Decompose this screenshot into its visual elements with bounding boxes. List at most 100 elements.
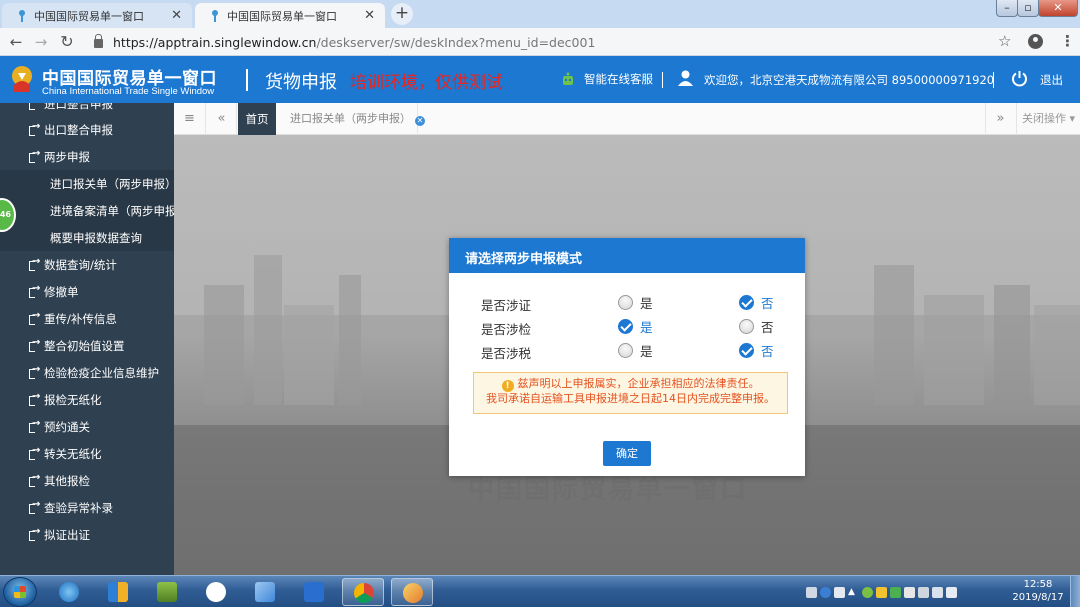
browser-menu-icon[interactable]: ⋮	[1060, 32, 1075, 50]
user-icon	[678, 70, 693, 86]
browser-tab-2[interactable]: 中国国际贸易单一窗口 ✕	[195, 3, 385, 28]
robot-icon	[563, 72, 573, 85]
sidebar-item-label: 进口整合申报	[44, 103, 113, 111]
winrar-app-button[interactable]	[146, 578, 188, 606]
url-host: https://apptrain.singlewindow.cn	[113, 34, 317, 50]
network-icon[interactable]	[932, 586, 943, 598]
keyboard-icon[interactable]	[806, 586, 817, 598]
sidebar-item-revoke[interactable]: 修撤单	[0, 278, 174, 305]
folder-grid-icon	[108, 582, 128, 602]
sidebar-item-paperless-inspection[interactable]: 报检无纸化	[0, 386, 174, 413]
radio-inspection-no[interactable]: 否	[739, 317, 774, 336]
check-icon[interactable]	[890, 586, 901, 598]
confirm-button[interactable]: 确定	[603, 441, 651, 466]
wps-app-button[interactable]	[293, 578, 335, 606]
messaging-app-button[interactable]	[244, 578, 286, 606]
sidebar-item-label: 数据查询/统计	[44, 257, 117, 272]
radio-certificate-no[interactable]: 否	[739, 293, 774, 312]
tab-label: 进口报关单（两步申报）	[290, 112, 411, 125]
sidebar-subitem-entry-record-list[interactable]: 进境备案清单（两步申报）	[0, 197, 174, 224]
security-icon[interactable]	[876, 586, 887, 598]
device-icon[interactable]	[918, 586, 929, 598]
question-row-inspection: 是否涉检 是 否	[449, 316, 805, 338]
close-operations-dropdown[interactable]: 关闭操作 ▾	[1016, 103, 1080, 135]
browser-tab-1[interactable]: 中国国际贸易单一窗口 ✕	[2, 3, 192, 28]
sign-in-icon	[29, 121, 40, 136]
tab-close-icon[interactable]: ✕	[364, 8, 375, 23]
tab-close-icon[interactable]: ✕	[171, 8, 182, 23]
sidebar-item-export-integrated[interactable]: 出口整合申报	[0, 116, 174, 143]
app-header: 中国国际贸易单一窗口 China International Trade Sin…	[0, 56, 1080, 103]
window-close-button[interactable]: ✕	[1038, 0, 1078, 17]
new-tab-button[interactable]: +	[391, 3, 413, 25]
reload-icon[interactable]: ↻	[57, 32, 77, 52]
sidebar-item-other-inspection[interactable]: 其他报检	[0, 467, 174, 494]
radio-inspection-yes[interactable]: 是	[618, 317, 653, 336]
pin-icon[interactable]	[834, 586, 845, 598]
sidebar-subitem-summary-query[interactable]: 概要申报数据查询	[0, 224, 174, 251]
menu-toggle-icon[interactable]: ≡	[174, 103, 206, 135]
explorer-app-button[interactable]	[97, 578, 139, 606]
forward-arrow-icon[interactable]: →	[31, 32, 51, 52]
ie-app-button[interactable]	[48, 578, 90, 606]
volume-icon[interactable]	[946, 586, 957, 598]
radio-checked-icon	[739, 343, 754, 358]
sidebar-item-paperless-transit[interactable]: 转关无纸化	[0, 440, 174, 467]
close-operations-label: 关闭操作	[1021, 112, 1066, 125]
sidebar-item-label: 拟证出证	[44, 527, 90, 542]
logo-title-en: China International Trade Single Window	[42, 86, 215, 97]
clock-date: 2019/8/17	[1012, 592, 1064, 603]
notice-line-1: 兹声明以上申报属实，企业承担相应的法律责任。	[517, 377, 760, 390]
module-title: 货物申报	[265, 72, 337, 93]
scroll-left-icon[interactable]: «	[207, 103, 237, 135]
sidebar-item-retransmit[interactable]: 重传/补传信息	[0, 305, 174, 332]
window-maximize-button[interactable]: ▫	[1017, 0, 1039, 17]
warning-icon: !	[501, 380, 514, 392]
sidebar-item-initial-settings[interactable]: 整合初始值设置	[0, 332, 174, 359]
sidebar-item-appointment-clearance[interactable]: 预约通关	[0, 413, 174, 440]
back-arrow-icon[interactable]: ←	[6, 32, 26, 52]
sidebar-subitem-import-declaration[interactable]: 进口报关单（两步申报）	[0, 170, 174, 197]
header-divider	[246, 69, 248, 91]
online-service-link[interactable]: 智能在线客服	[561, 71, 653, 87]
sidebar-item-certificate-issue[interactable]: 拟证出证	[0, 521, 174, 548]
power-icon[interactable]	[1011, 70, 1028, 87]
tab-close-icon[interactable]: ✕	[415, 116, 425, 126]
radio-label: 是	[640, 344, 653, 359]
scroll-right-icon[interactable]: »	[985, 103, 1015, 135]
chrome-app-button[interactable]	[342, 578, 384, 606]
sidebar-item-two-step[interactable]: 两步申报	[0, 143, 174, 170]
question-label: 是否涉证	[481, 298, 532, 313]
help-icon[interactable]	[820, 586, 831, 598]
network-app-icon[interactable]	[862, 586, 873, 598]
flag-icon[interactable]	[904, 586, 915, 598]
ie-icon	[59, 582, 79, 602]
windows-start-icon[interactable]	[3, 577, 37, 607]
sidebar-item-data-query[interactable]: 数据查询/统计	[0, 251, 174, 278]
radio-unchecked-icon	[739, 319, 754, 334]
tab-home[interactable]: 首页	[238, 103, 276, 135]
url-input[interactable]: https://apptrain.singlewindow.cn/deskser…	[88, 31, 1023, 53]
sign-in-icon	[29, 103, 40, 110]
sidebar-item-import-integrated[interactable]: 进口整合申报	[0, 103, 174, 117]
sidebar-item-label: 重传/补传信息	[44, 311, 117, 326]
radio-certificate-yes[interactable]: 是	[618, 293, 653, 312]
sidebar-item-exception-entry[interactable]: 查验异常补录	[0, 494, 174, 521]
account-icon[interactable]	[1028, 34, 1043, 49]
show-hidden-icon[interactable]: ▲	[848, 587, 859, 598]
system-clock[interactable]: 12:58 2019/8/17	[1010, 578, 1066, 604]
baidu-app-button[interactable]	[195, 578, 237, 606]
window-minimize-button[interactable]: –	[996, 0, 1018, 17]
sidebar-item-inspection-enterprise[interactable]: 检验检疫企业信息维护	[0, 359, 174, 386]
radio-tax-yes[interactable]: 是	[618, 341, 653, 360]
radio-checked-icon	[739, 295, 754, 310]
sidebar-item-label: 整合初始值设置	[44, 338, 125, 353]
show-desktop-button[interactable]	[1070, 576, 1080, 607]
tab-import-declaration[interactable]: 进口报关单（两步申报） ✕	[276, 103, 425, 135]
address-bar: ← → ↻ https://apptrain.singlewindow.cn/d…	[0, 28, 1080, 56]
sign-in-icon	[29, 418, 40, 433]
radio-tax-no[interactable]: 否	[739, 341, 774, 360]
paint-app-button[interactable]	[391, 578, 433, 606]
logout-button[interactable]: 退出	[1040, 72, 1063, 88]
bookmark-star-icon[interactable]: ☆	[998, 32, 1011, 50]
